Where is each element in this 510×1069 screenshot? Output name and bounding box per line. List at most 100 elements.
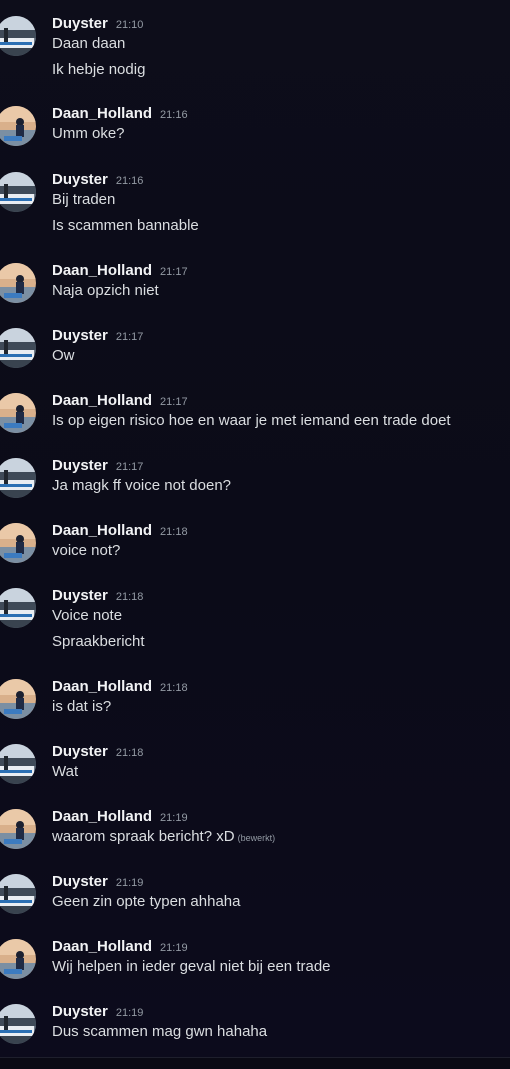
edited-label: (bewerkt) [237, 833, 276, 843]
message-content: Wij helpen in ieder geval niet bij een t… [52, 958, 331, 975]
message-content: Spraakbericht [52, 633, 145, 650]
timestamp[interactable]: 21:18 [160, 522, 188, 542]
timestamp[interactable]: 21:16 [116, 171, 144, 191]
avatar[interactable] [0, 523, 36, 563]
username[interactable]: Daan_Holland [52, 261, 152, 281]
timestamp[interactable]: 21:18 [116, 587, 144, 607]
message-header: Duyster 21:10 [52, 14, 143, 34]
message-header: Duyster 21:17 [52, 456, 143, 476]
message-group[interactable]: Duyster 21:18 Wat [0, 742, 510, 807]
timestamp[interactable]: 21:19 [116, 873, 144, 893]
message-text: Voice note [52, 606, 122, 626]
username[interactable]: Daan_Holland [52, 677, 152, 697]
message-content: Geen zin opte typen ahhaha [52, 893, 241, 910]
avatar[interactable] [0, 106, 36, 146]
message-content: Dus scammen mag gwn hahaha [52, 1023, 268, 1040]
message-content: Daan daan [52, 35, 126, 52]
timestamp[interactable]: 21:17 [116, 457, 144, 477]
message-header: Duyster 21:16 [52, 170, 143, 190]
message-group[interactable]: Daan_Holland 21:19 waarom spraak bericht? … [0, 807, 510, 872]
message-header: Daan_Holland 21:17 [52, 391, 188, 411]
timestamp[interactable]: 21:18 [116, 743, 144, 763]
message-content: is dat is? [52, 698, 112, 715]
message-content: Ja magk ff voice not doen? [52, 477, 232, 494]
message-content: Bij traden [52, 191, 116, 208]
message-header: Daan_Holland 21:16 [52, 104, 188, 124]
username[interactable]: Duyster [52, 170, 108, 190]
message-content: waarom spraak bericht? xD [52, 828, 235, 845]
message-text: Dus scammen mag gwn hahaha [52, 1022, 267, 1042]
username[interactable]: Duyster [52, 872, 108, 892]
avatar[interactable] [0, 393, 36, 433]
message-content: Umm oke? [52, 125, 125, 142]
avatar[interactable] [0, 328, 36, 368]
message-content: Naja opzich niet [52, 282, 159, 299]
message-header: Daan_Holland 21:18 [52, 677, 188, 697]
avatar[interactable] [0, 1004, 36, 1044]
avatar[interactable] [0, 679, 36, 719]
avatar[interactable] [0, 16, 36, 56]
username[interactable]: Daan_Holland [52, 104, 152, 124]
timestamp[interactable]: 21:17 [160, 262, 188, 282]
message-header: Daan_Holland 21:17 [52, 261, 188, 281]
message-group[interactable]: Duyster 21:18 Voice note Spraakbericht [0, 586, 510, 677]
message-group[interactable]: Daan_Holland 21:18 is dat is? [0, 677, 510, 742]
message-content: Wat [52, 763, 79, 780]
timestamp[interactable]: 21:19 [160, 808, 188, 828]
username[interactable]: Duyster [52, 742, 108, 762]
message-header: Duyster 21:18 [52, 586, 143, 606]
message-text: is dat is? [52, 697, 111, 717]
avatar[interactable] [0, 588, 36, 628]
username[interactable]: Daan_Holland [52, 391, 152, 411]
username[interactable]: Duyster [52, 1002, 108, 1022]
timestamp[interactable]: 21:10 [116, 15, 144, 35]
avatar[interactable] [0, 939, 36, 979]
message-content: Ow [52, 347, 75, 364]
message-group[interactable]: Duyster 21:10 Daan daan Ik hebje nodig [0, 14, 510, 104]
timestamp[interactable]: 21:17 [160, 392, 188, 412]
timestamp[interactable]: 21:18 [160, 678, 188, 698]
message-group[interactable]: Daan_Holland 21:16 Umm oke? [0, 104, 510, 170]
avatar[interactable] [0, 458, 36, 498]
avatar[interactable] [0, 809, 36, 849]
message-text: waarom spraak bericht? xD (bewerkt) [52, 827, 275, 848]
timestamp[interactable]: 21:17 [116, 327, 144, 347]
message-input-bar[interactable] [0, 1057, 510, 1069]
message-group[interactable]: Duyster 21:17 Ja magk ff voice not doen? [0, 456, 510, 521]
message-group[interactable]: Daan_Holland 21:17 Naja opzich niet [0, 261, 510, 326]
avatar[interactable] [0, 874, 36, 914]
message-group[interactable]: Duyster 21:19 Geen zin opte typen ahhaha [0, 872, 510, 937]
message-text: Is scammen bannable [52, 216, 199, 236]
avatar[interactable] [0, 744, 36, 784]
avatar[interactable] [0, 172, 36, 212]
message-header: Duyster 21:18 [52, 742, 143, 762]
timestamp[interactable]: 21:19 [160, 938, 188, 958]
message-group[interactable]: Daan_Holland 21:17 Is op eigen risico hoe … [0, 391, 510, 456]
username[interactable]: Duyster [52, 456, 108, 476]
message-content: voice not? [52, 542, 121, 559]
message-group[interactable]: Daan_Holland 21:18 voice not? [0, 521, 510, 586]
username[interactable]: Duyster [52, 326, 108, 346]
message-text: Ja magk ff voice not doen? [52, 476, 231, 496]
username[interactable]: Duyster [52, 14, 108, 34]
message-group[interactable]: Duyster 21:17 Ow [0, 326, 510, 391]
message-header: Daan_Holland 21:18 [52, 521, 188, 541]
message-text: Ik hebje nodig [52, 60, 145, 80]
timestamp[interactable]: 21:19 [116, 1003, 144, 1023]
message-group[interactable]: Duyster 21:19 Dus scammen mag gwn hahaha [0, 1002, 510, 1052]
message-group[interactable]: Duyster 21:16 Bij traden Is scammen bannabl… [0, 170, 510, 261]
message-content: Voice note [52, 607, 123, 624]
message-group[interactable]: Daan_Holland 21:19 Wij helpen in ieder gev… [0, 937, 510, 1002]
timestamp[interactable]: 21:16 [160, 105, 188, 125]
username[interactable]: Daan_Holland [52, 521, 152, 541]
username[interactable]: Daan_Holland [52, 807, 152, 827]
message-header: Duyster 21:17 [52, 326, 143, 346]
message-text: Ow [52, 346, 75, 366]
username[interactable]: Daan_Holland [52, 937, 152, 957]
message-content: Is scammen bannable [52, 217, 199, 234]
message-text: Umm oke? [52, 124, 125, 144]
message-text: Spraakbericht [52, 632, 145, 652]
username[interactable]: Duyster [52, 586, 108, 606]
avatar[interactable] [0, 263, 36, 303]
message-header: Daan_Holland 21:19 [52, 937, 188, 957]
